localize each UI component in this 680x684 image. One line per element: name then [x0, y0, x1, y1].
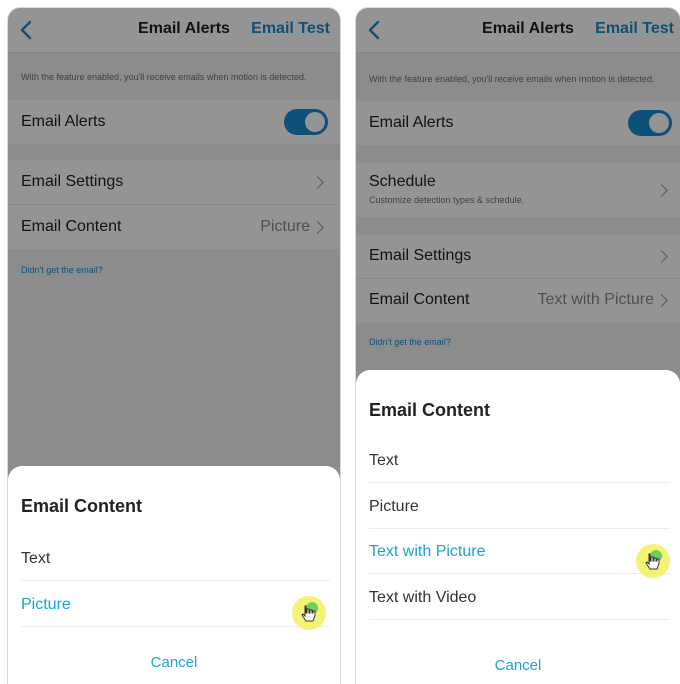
option-picture[interactable]: Picture	[369, 485, 670, 529]
option-picture[interactable]: Picture	[21, 583, 330, 627]
pointer-cursor-icon	[292, 596, 326, 630]
option-text[interactable]: Text	[21, 537, 330, 581]
cancel-button[interactable]: Cancel	[8, 654, 340, 671]
pointer-cursor-icon	[636, 544, 670, 578]
sheet-title: Email Content	[369, 400, 491, 420]
option-text-with-picture[interactable]: Text with Picture	[369, 530, 670, 574]
option-text[interactable]: Text	[369, 439, 670, 483]
option-text-with-video[interactable]: Text with Video	[369, 576, 670, 620]
phone-screen-right: Email Alerts Email Test With the feature…	[356, 8, 680, 684]
phone-screen-left: Email Alerts Email Test With the feature…	[8, 8, 340, 684]
sheet-title: Email Content	[21, 496, 143, 516]
cancel-button[interactable]: Cancel	[356, 657, 680, 674]
email-content-sheet: Email Content Text Picture Cancel	[8, 466, 340, 684]
email-content-sheet: Email Content Text Picture Text with Pic…	[356, 370, 680, 684]
